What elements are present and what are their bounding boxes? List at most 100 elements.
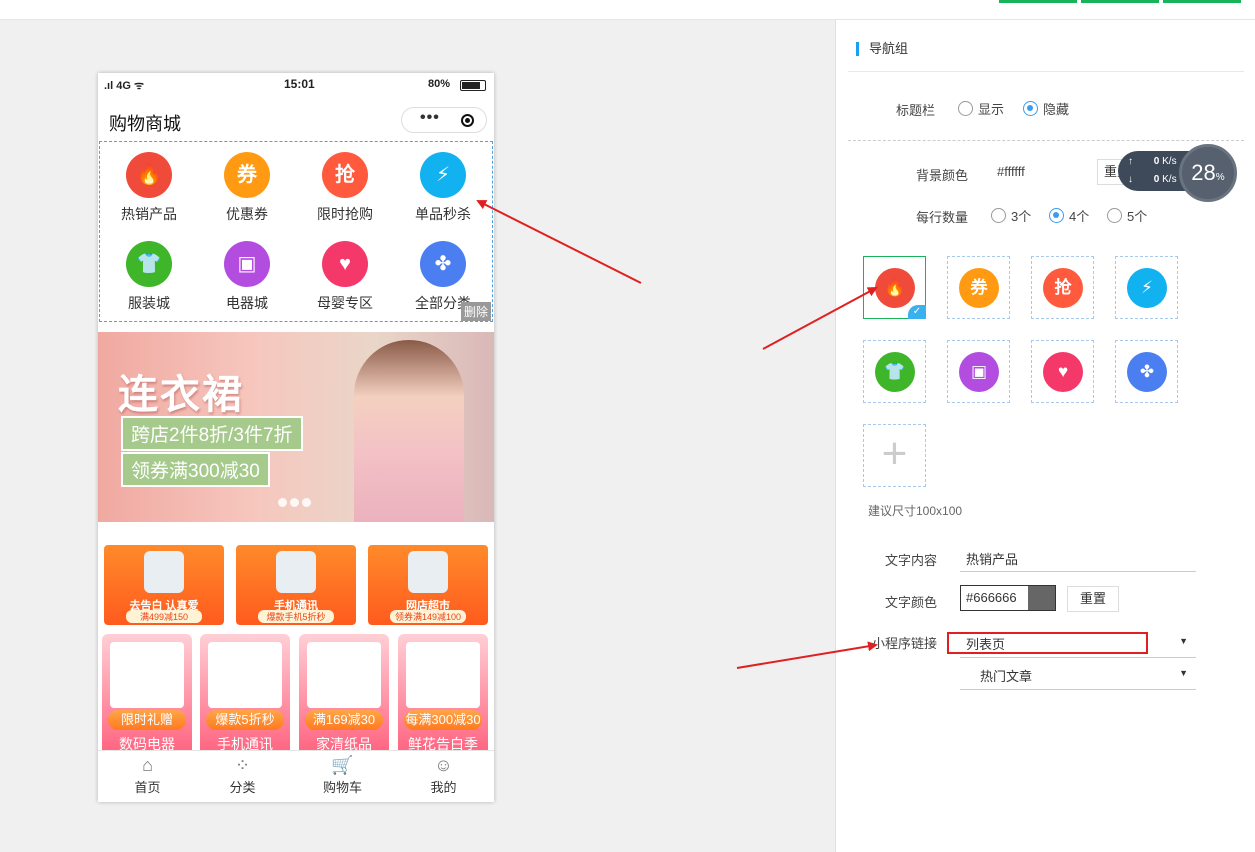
icon-slot[interactable]: ♥: [1031, 340, 1094, 403]
chevron-down-icon: ▼: [1179, 636, 1188, 646]
card-tag: 每满300减30: [404, 710, 482, 730]
promo-subtitle: 满499减150: [126, 610, 202, 623]
per-row-3-radio[interactable]: 3个: [991, 206, 1031, 225]
per-row-4-radio[interactable]: 4个: [1049, 206, 1089, 225]
nav-item-label: 限时抢购: [317, 206, 373, 222]
close-target-icon[interactable]: [461, 114, 474, 127]
settings-panel: 导航组 标题栏 显示 隐藏 背景颜色 #ffffff 重置 ↑ 0 K/s ↓ …: [835, 20, 1255, 852]
tab-mine[interactable]: ☺ 我的: [394, 755, 493, 796]
category-card[interactable]: 限时礼赠 数码电器: [102, 634, 192, 764]
promo-subtitle: 爆款手机5折秒: [258, 610, 334, 623]
nav-item[interactable]: 抢 限时抢购: [296, 142, 394, 232]
tab-category[interactable]: ⁘ 分类: [193, 755, 292, 796]
nav-item-label: 热销产品: [121, 206, 177, 222]
category-card[interactable]: 满169减30 家清纸品: [299, 634, 389, 764]
add-icon-button[interactable]: +: [863, 424, 926, 487]
fire-icon: 🔥: [875, 268, 915, 308]
radio-label: 3个: [1011, 209, 1032, 224]
nav-item-label: 电器城: [226, 295, 268, 311]
fire-icon: 🔥: [126, 152, 172, 198]
nav-item[interactable]: 🔥 热销产品: [100, 142, 198, 232]
nav-item[interactable]: ▣ 电器城: [198, 231, 296, 321]
toolbar-button-3[interactable]: [1163, 0, 1241, 3]
promo-tile[interactable]: 去告白 认真爱 满499减150: [104, 545, 224, 625]
product-image: [208, 642, 282, 708]
baby-icon: ♥: [1043, 352, 1083, 392]
text-color-reset-button[interactable]: 重置: [1067, 586, 1119, 612]
baby-icon: ♥: [322, 241, 368, 287]
toolbar-button-1[interactable]: [999, 0, 1077, 3]
nav-item-label: 单品秒杀: [415, 206, 471, 222]
card-tag: 满169减30: [305, 710, 383, 730]
selected-check-icon: ✓: [908, 305, 926, 319]
category-grid-icon: ⁘: [234, 755, 251, 775]
banner-carousel[interactable]: 连衣裙 跨店2件8折/3件7折 领券满300减30: [98, 332, 494, 522]
appliance-icon: ▣: [959, 352, 999, 392]
nav-item[interactable]: 👕 服装城: [100, 231, 198, 321]
delete-button[interactable]: 删除: [460, 302, 491, 321]
category-card[interactable]: 爆款5折秒 手机通讯: [200, 634, 290, 764]
nav-group[interactable]: 🔥 热销产品 券 优惠券 抢 限时抢购 ⚡ 单品秒杀 👕 服装城 ▣ 电器城 ♥…: [99, 141, 493, 322]
product-image: [408, 551, 448, 593]
select-value: 热门文章: [980, 669, 1033, 684]
arrow-annotation: [476, 200, 642, 284]
icon-slot[interactable]: 券: [947, 256, 1010, 319]
category-card[interactable]: 每满300减30 鲜花告白季: [398, 634, 488, 764]
product-image: [307, 642, 381, 708]
per-row-5-radio[interactable]: 5个: [1107, 206, 1147, 225]
nav-item[interactable]: ⚡ 单品秒杀: [394, 142, 492, 232]
promo-subtitle: 领券满149减100: [390, 610, 466, 623]
download-icon: ↓: [1128, 174, 1133, 185]
battery-icon: [460, 80, 486, 91]
card-tag: 限时礼赠: [108, 710, 186, 730]
titlebar-hide-radio[interactable]: 隐藏: [1023, 99, 1069, 118]
usage-gauge[interactable]: 28%: [1179, 144, 1237, 202]
text-content-input[interactable]: 热销产品: [960, 548, 1196, 572]
toolbar-button-2[interactable]: [1081, 0, 1159, 3]
tab-label: 分类: [229, 780, 256, 795]
size-hint: 建议尺寸100x100: [868, 504, 963, 518]
nav-item[interactable]: 券 优惠券: [198, 142, 296, 232]
promo-tile[interactable]: 手机通讯 爆款手机5折秒: [236, 545, 356, 625]
radio-icon: [1107, 208, 1122, 223]
link-label: 小程序链接: [872, 636, 938, 651]
icon-slot[interactable]: 🔥 ✓: [863, 256, 926, 319]
bg-color-label: 背景颜色: [916, 168, 969, 183]
usage-percent-unit: %: [1215, 172, 1225, 183]
link-type-select[interactable]: 列表页 ▼: [960, 632, 1196, 658]
icon-slot[interactable]: 抢: [1031, 256, 1094, 319]
icon-slot[interactable]: ⚡: [1115, 256, 1178, 319]
upload-speed: 0: [1153, 156, 1160, 167]
text-color-label: 文字颜色: [885, 595, 938, 610]
shirt-icon: 👕: [875, 352, 915, 392]
battery-percent: 80%: [427, 78, 450, 90]
capsule-menu[interactable]: •••: [401, 107, 487, 133]
per-row-label: 每行数量: [916, 210, 969, 225]
icon-slot[interactable]: ✤: [1115, 340, 1178, 403]
product-image: [144, 551, 184, 593]
titlebar-show-radio[interactable]: 显示: [958, 99, 1004, 118]
radio-selected-icon: [1049, 208, 1064, 223]
panel-title: 导航组: [856, 42, 908, 56]
tab-cart[interactable]: 🛒 购物车: [293, 755, 392, 796]
nav-item[interactable]: ♥ 母婴专区: [296, 231, 394, 321]
tab-label: 首页: [134, 780, 161, 795]
more-icon[interactable]: •••: [420, 109, 440, 127]
link-target-select[interactable]: 热门文章 ▼: [960, 664, 1196, 690]
lightning-icon: ⚡: [1127, 268, 1167, 308]
top-toolbar: [0, 0, 1255, 20]
color-swatch[interactable]: [1028, 586, 1055, 610]
banner-line-2: 领券满300减30: [121, 452, 270, 487]
bg-color-value[interactable]: #ffffff: [997, 164, 1025, 179]
tab-label: 购物车: [322, 780, 362, 795]
nav-item-label: 母婴专区: [317, 295, 373, 311]
icon-slot[interactable]: 👕: [863, 340, 926, 403]
promo-tile[interactable]: 网店超市 领券满149减100: [368, 545, 488, 625]
product-image: [406, 642, 480, 708]
download-speed: 0: [1153, 174, 1160, 185]
icon-slot[interactable]: ▣: [947, 340, 1010, 403]
text-content-label: 文字内容: [885, 553, 938, 568]
tab-home[interactable]: ⌂ 首页: [98, 755, 197, 796]
flash-buy-icon: 抢: [1043, 268, 1083, 308]
home-icon: ⌂: [142, 755, 153, 775]
